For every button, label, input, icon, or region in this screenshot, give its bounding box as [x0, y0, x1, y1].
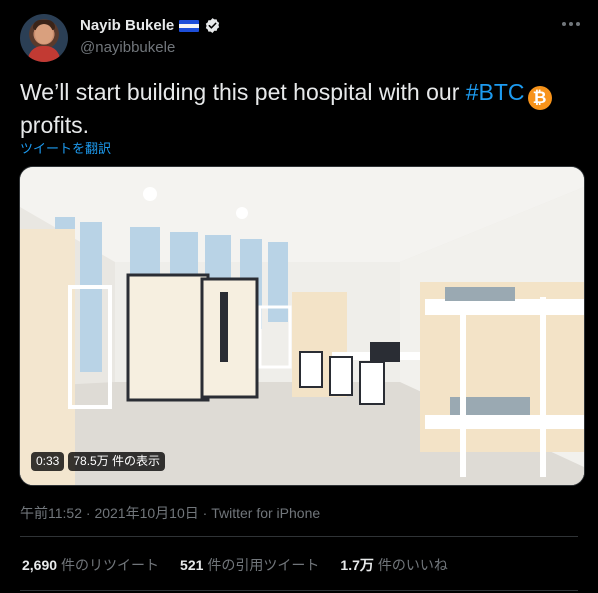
- meta-separator: ·: [198, 505, 212, 521]
- tweet-source-link[interactable]: Twitter for iPhone: [211, 505, 320, 521]
- video-player[interactable]: [19, 166, 585, 486]
- translate-tweet-link[interactable]: ツイートを翻訳: [20, 138, 111, 157]
- tweet-date-link[interactable]: 2021年10月10日: [94, 505, 198, 521]
- hashtag-btc-link[interactable]: #BTC: [466, 79, 525, 105]
- avatar[interactable]: [20, 14, 68, 62]
- likes-count: 1.7万: [340, 557, 374, 573]
- quotes-stat[interactable]: 521 件の引用ツイート: [180, 555, 319, 575]
- quotes-label: 件の引用ツイート: [207, 557, 320, 573]
- retweets-stat[interactable]: 2,690 件のリツイート: [22, 555, 159, 575]
- video-thumbnail: [20, 167, 584, 485]
- author-name-row: Nayib Bukele: [80, 17, 221, 34]
- video-badges: 0:33 78.5万 件の表示: [31, 452, 166, 471]
- likes-stat[interactable]: 1.7万 件のいいね: [340, 555, 447, 575]
- quotes-count: 521: [180, 557, 204, 573]
- divider: [20, 536, 578, 537]
- tweet-time-link[interactable]: 午前11:52: [20, 505, 82, 521]
- more-options-icon[interactable]: [558, 18, 584, 30]
- retweets-label: 件のリツイート: [61, 557, 160, 573]
- verified-badge-icon: [206, 18, 220, 33]
- video-views: 78.5万 件の表示: [68, 452, 166, 471]
- tweet-stats: 2,690 件のリツイート 521 件の引用ツイート 1.7万 件のいいね: [22, 555, 448, 575]
- meta-separator: ·: [82, 505, 95, 521]
- el-salvador-flag-icon: [179, 19, 200, 32]
- author-handle[interactable]: @nayibbukele: [80, 39, 175, 56]
- divider: [20, 590, 578, 591]
- bitcoin-icon: ₿: [527, 86, 552, 110]
- tweet-text-after: profits.: [20, 112, 90, 138]
- tweet-meta: 午前11:52 · 2021年10月10日 · Twitter for iPho…: [20, 503, 320, 523]
- tweet-text-before: We’ll start building this pet hospital w…: [20, 79, 466, 105]
- likes-label: 件のいいね: [377, 557, 448, 573]
- tweet-text: We’ll start building this pet hospital w…: [20, 77, 580, 140]
- video-duration: 0:33: [31, 452, 65, 471]
- retweets-count: 2,690: [22, 557, 58, 573]
- tweet: Nayib Bukele @nayibbukele We’ll start bu…: [0, 0, 598, 593]
- author-name[interactable]: Nayib Bukele: [80, 17, 174, 34]
